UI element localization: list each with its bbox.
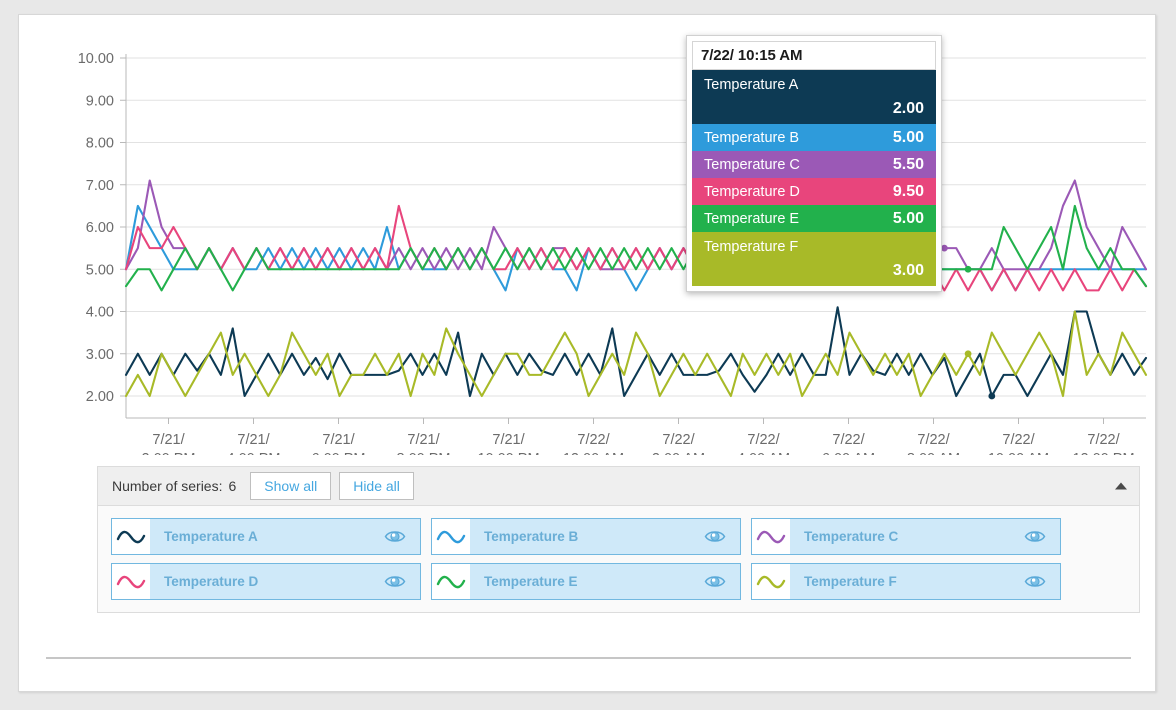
legend-item[interactable]: Temperature B [431,518,741,555]
series-line-swatch-icon [112,564,150,599]
series-data-point-marker[interactable] [988,392,996,400]
y-axis-tick-label: 5.00 [86,262,114,278]
x-axis-tick-label-time: 6:00 AM [822,451,875,455]
legend-item[interactable]: Temperature A [111,518,421,555]
series-line-swatch-icon [112,519,150,554]
tooltip-series-name: Temperature B [704,129,800,146]
eye-icon[interactable] [1024,574,1046,589]
x-axis-tick-label-date: 7/22/ [1087,432,1120,448]
legend-item-label: Temperature A [164,529,258,544]
legend-item[interactable]: Temperature E [431,563,741,600]
x-axis-tick-label-time: 2:00 PM [142,451,196,455]
tooltip-series-name: Temperature A [704,77,799,93]
tooltip-series-value: 5.50 [892,155,924,173]
tooltip-series-name: Temperature F [704,239,799,255]
tooltip-row: Temperature C 5.50 [692,151,936,178]
tooltip-series-value: 5.00 [892,209,924,227]
x-axis-tick-label-time: 12:00 AM [563,451,624,455]
x-axis-tick-label-date: 7/21/ [492,432,525,448]
legend-panel: Number of series: 6 Show all Hide all Te… [97,466,1140,613]
chart-card: 10.00 9.00 8.00 7.00 6.00 5.00 4.00 3.00 2.00 7/2… [18,14,1156,692]
x-axis-tick-label-time: 10:00 PM [477,451,539,455]
series-line[interactable] [124,306,1148,398]
legend-item-label: Temperature B [484,529,579,544]
x-axis-tick-label-date: 7/22/ [662,432,695,448]
eye-icon[interactable] [1024,529,1046,544]
y-axis-tick-label: 2.00 [86,389,114,405]
legend-item-grid: Temperature A Temperature B Temperature C T… [98,506,1139,612]
x-axis-tick-label-time: 2:00 AM [652,451,705,455]
x-axis-tick-label-date: 7/21/ [152,432,185,448]
legend-item-label: Temperature C [804,529,899,544]
series-line-swatch-icon [752,564,790,599]
y-axis-tick-label: 9.00 [86,93,114,109]
y-axis-tick-label: 6.00 [86,220,114,236]
legend-item-label: Temperature D [164,574,259,589]
x-axis-tick-label-date: 7/21/ [237,432,270,448]
series-line-swatch-icon [752,519,790,554]
tooltip-row: Temperature F 3.00 [692,232,936,286]
legend-item-label: Temperature F [804,574,897,589]
legend-toolbar: Number of series: 6 Show all Hide all [98,467,1139,506]
x-axis-tick-label-date: 7/22/ [1002,432,1035,448]
x-axis-tick-label-time: 4:00 PM [227,451,281,455]
x-axis-tick-label-date: 7/21/ [322,432,355,448]
tooltip-series-name: Temperature D [704,183,800,200]
tooltip-series-value: 9.50 [892,182,924,200]
triangle-up-icon[interactable] [1115,482,1127,490]
series-tooltip: 7/22/ 10:15 AM Temperature A 2.00 Temperat… [686,35,942,292]
eye-icon[interactable] [384,529,406,544]
series-data-point-marker[interactable] [964,350,972,358]
series-line-swatch-icon [432,519,470,554]
y-axis-tick-label: 3.00 [86,347,114,363]
x-axis-tick-label-time: 10:00 AM [988,451,1049,455]
line-chart[interactable]: 10.00 9.00 8.00 7.00 6.00 5.00 4.00 3.00 2.00 7/2… [19,15,1157,455]
show-all-button[interactable]: Show all [250,472,332,500]
tooltip-row: Temperature E 5.00 [692,205,936,232]
x-axis-tick-label-time: 8:00 AM [907,451,960,455]
tooltip-series-value: 5.00 [892,128,924,146]
eye-icon[interactable] [704,529,726,544]
hide-all-button[interactable]: Hide all [339,472,414,500]
bottom-divider [46,657,1131,659]
tooltip-series-value: 2.00 [892,100,924,117]
x-axis-tick-label-time: 8:00 PM [397,451,451,455]
eye-icon[interactable] [384,574,406,589]
tooltip-row: Temperature D 9.50 [692,178,936,205]
tooltip-row: Temperature A 2.00 [692,70,936,124]
legend-item[interactable]: Temperature C [751,518,1061,555]
series-count-value: 6 [228,478,237,494]
y-axis-tick-label: 4.00 [86,305,114,321]
series-data-point-marker[interactable] [964,265,972,273]
tooltip-row: Temperature B 5.00 [692,124,936,151]
series-line[interactable] [124,179,1148,271]
x-axis-tick-label-date: 7/22/ [747,432,780,448]
y-axis-tick-label: 10.00 [78,51,114,67]
x-axis-tick-label-date: 7/22/ [917,432,950,448]
legend-item-label: Temperature E [484,574,578,589]
chart-area[interactable]: 10.00 9.00 8.00 7.00 6.00 5.00 4.00 3.00 2.00 7/2… [19,15,1157,455]
y-axis-tick-label: 7.00 [86,178,114,194]
tooltip-row-list: Temperature A 2.00 Temperature B 5.00 Temper… [692,70,936,286]
series-count-label: Number of series: [112,478,223,494]
tooltip-series-name: Temperature E [704,210,800,227]
x-axis-tick-label-date: 7/22/ [832,432,865,448]
eye-icon[interactable] [704,574,726,589]
tooltip-timestamp: 7/22/ 10:15 AM [692,41,936,70]
x-axis-tick-label-date: 7/22/ [577,432,610,448]
tooltip-series-value: 3.00 [892,262,924,279]
x-axis-tick-label-time: 12:00 PM [1072,451,1134,455]
series-line-swatch-icon [432,564,470,599]
legend-item[interactable]: Temperature D [111,563,421,600]
legend-item[interactable]: Temperature F [751,563,1061,600]
x-axis-tick-label-time: 6:00 PM [312,451,366,455]
x-axis-tick-label-date: 7/21/ [407,432,440,448]
tooltip-series-name: Temperature C [704,156,800,173]
y-axis-tick-label: 8.00 [86,136,114,152]
x-axis-tick-label-time: 4:00 AM [737,451,790,455]
